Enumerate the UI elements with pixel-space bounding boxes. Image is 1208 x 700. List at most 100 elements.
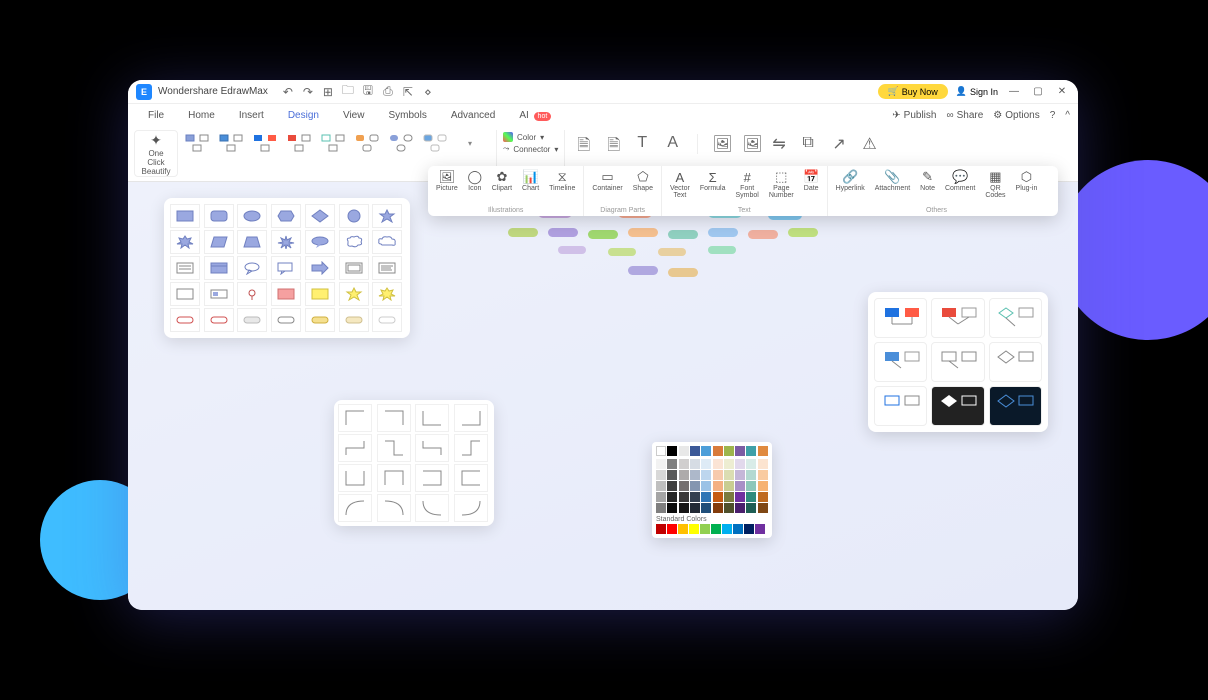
shape-burst[interactable] [170, 230, 200, 254]
shape-pill-cream[interactable] [339, 308, 369, 332]
menu-design[interactable]: Design [276, 106, 331, 125]
connector-l2[interactable] [377, 404, 411, 432]
color-swatch[interactable] [701, 459, 711, 469]
shape-parallelogram[interactable] [204, 230, 234, 254]
open-icon[interactable]: 🗀 [342, 86, 354, 98]
color-swatch[interactable] [679, 470, 689, 480]
color-swatch[interactable] [690, 492, 700, 502]
theme-preset-8[interactable] [420, 130, 452, 156]
color-swatch[interactable] [724, 481, 734, 491]
insert-chart-button[interactable]: 📊Chart [518, 168, 543, 194]
theme-red[interactable] [931, 298, 984, 338]
color-swatch[interactable] [713, 470, 723, 480]
color-swatch[interactable] [746, 481, 756, 491]
color-swatch[interactable] [724, 470, 734, 480]
color-dropdown[interactable]: Color▾ [503, 132, 558, 142]
color-swatch[interactable] [735, 459, 745, 469]
theme-preset-2[interactable] [216, 130, 248, 156]
insert-icon-button[interactable]: ◯Icon [464, 168, 486, 194]
insert-timeline-button[interactable]: ⧖Timeline [545, 168, 579, 194]
menu-home[interactable]: Home [176, 106, 227, 125]
flip-icon[interactable]: ⇋ [772, 134, 788, 150]
color-swatch[interactable] [656, 503, 666, 513]
undo-icon[interactable]: ↶ [282, 86, 294, 98]
color-swatch[interactable] [667, 481, 677, 491]
color-swatch[interactable] [746, 459, 756, 469]
color-swatch[interactable] [758, 470, 768, 480]
shape-hexagon[interactable] [271, 204, 301, 228]
color-swatch[interactable] [667, 459, 677, 469]
insert-shape-button[interactable]: ⬠Shape [629, 168, 657, 194]
color-swatch[interactable] [701, 503, 711, 513]
shape-star-yellow[interactable] [339, 282, 369, 306]
shape-speech-cloud[interactable] [339, 230, 369, 254]
shape-ellipse[interactable] [237, 204, 267, 228]
new-icon[interactable]: ⊞ [322, 86, 334, 98]
connector-u3[interactable] [415, 464, 449, 492]
theme-preset-6[interactable] [352, 130, 384, 156]
connector-l1[interactable] [338, 404, 372, 432]
canvas[interactable]: Standard Colors [128, 182, 1078, 610]
color-swatch[interactable] [700, 524, 710, 534]
color-swatch[interactable] [713, 446, 723, 456]
menu-symbols[interactable]: Symbols [376, 106, 438, 125]
insert-plugin-button[interactable]: ⬡Plug-in [1012, 168, 1042, 201]
connector-c4[interactable] [454, 494, 488, 522]
color-swatch[interactable] [733, 524, 743, 534]
color-swatch[interactable] [724, 503, 734, 513]
insert-qr-button[interactable]: ▦QR Codes [981, 168, 1009, 201]
theme-blue-outline[interactable] [874, 386, 927, 426]
insert-page-number-button[interactable]: ⬚Page Number [765, 168, 798, 201]
color-swatch[interactable] [656, 492, 666, 502]
color-swatch[interactable] [735, 492, 745, 502]
connector-s2[interactable] [377, 434, 411, 462]
insert-comment-button[interactable]: 💬Comment [941, 168, 979, 201]
insert-vector-text-button[interactable]: AVector Text [666, 168, 694, 201]
crop-icon[interactable]: ⧉ [802, 134, 818, 150]
color-swatch[interactable] [690, 470, 700, 480]
insert-date-button[interactable]: 📅Date [800, 168, 823, 201]
color-swatch[interactable] [656, 446, 666, 456]
insert-picture-button[interactable]: 🖼Picture [432, 168, 462, 194]
shape-star[interactable] [372, 204, 402, 228]
help-button[interactable]: ? [1050, 110, 1056, 121]
shape-rectangle[interactable] [170, 204, 200, 228]
color-swatch[interactable] [679, 459, 689, 469]
more-icon[interactable]: ⋄ [422, 86, 434, 98]
color-swatch[interactable] [746, 470, 756, 480]
theme-dark[interactable] [931, 386, 984, 426]
buy-now-button[interactable]: 🛒 Buy Now [878, 84, 948, 99]
menu-insert[interactable]: Insert [227, 106, 276, 125]
color-swatch[interactable] [690, 503, 700, 513]
insert-font-symbol-button[interactable]: #Font Symbol [732, 168, 763, 201]
shape-rounded-rect[interactable] [204, 204, 234, 228]
color-swatch[interactable] [679, 446, 689, 456]
redo-icon[interactable]: ↷ [302, 86, 314, 98]
shape-pill-blank[interactable] [372, 308, 402, 332]
color-swatch[interactable] [713, 503, 723, 513]
theme-diamond[interactable] [989, 342, 1042, 382]
color-swatch[interactable] [755, 524, 765, 534]
page-icon[interactable]: 🗎 [577, 134, 593, 150]
shape-speech-oval[interactable] [237, 256, 267, 280]
connector-u1[interactable] [338, 464, 372, 492]
color-swatch[interactable] [758, 446, 768, 456]
color-swatch[interactable] [656, 481, 666, 491]
theme-preset-4[interactable] [284, 130, 316, 156]
color-swatch[interactable] [656, 524, 666, 534]
color-swatch[interactable] [667, 503, 677, 513]
insert-attachment-button[interactable]: 📎Attachment [871, 168, 914, 201]
color-swatch[interactable] [701, 470, 711, 480]
theme-blue-light[interactable] [874, 342, 927, 382]
shape-list[interactable] [170, 256, 200, 280]
shape-table[interactable] [204, 256, 234, 280]
color-swatch[interactable] [713, 459, 723, 469]
color-swatch[interactable] [701, 492, 711, 502]
theme-navy[interactable] [989, 386, 1042, 426]
color-swatch[interactable] [667, 524, 677, 534]
theme-outline[interactable] [931, 342, 984, 382]
shape-badge[interactable] [204, 282, 234, 306]
shape-pill-red[interactable] [170, 308, 200, 332]
arrow-tool-icon[interactable]: ↗ [832, 134, 848, 150]
shape-note[interactable] [372, 256, 402, 280]
